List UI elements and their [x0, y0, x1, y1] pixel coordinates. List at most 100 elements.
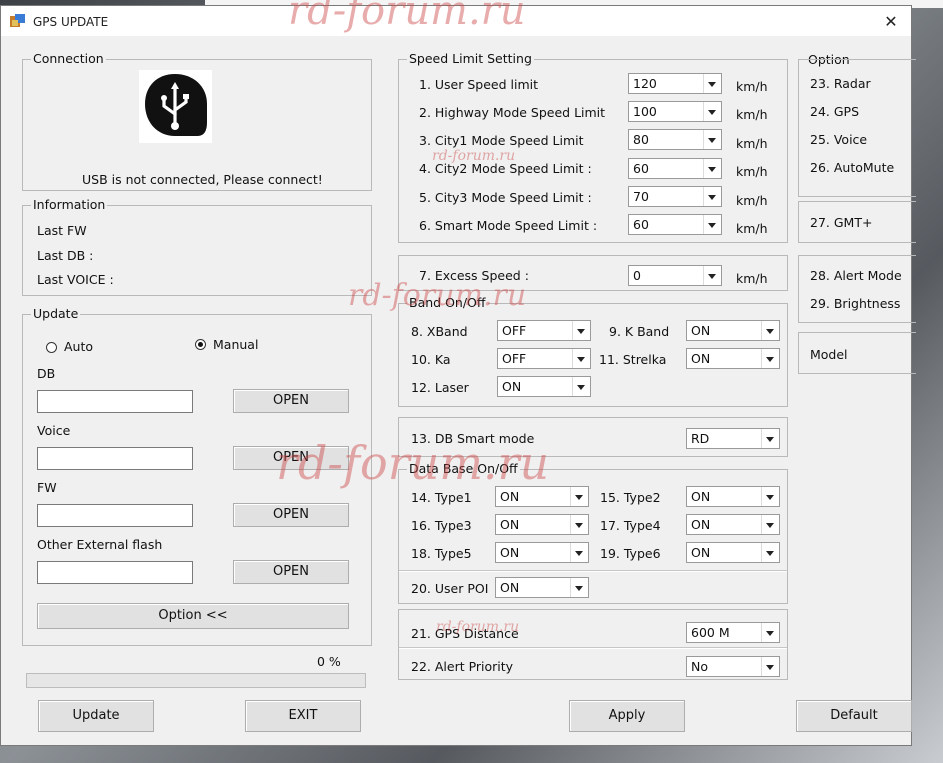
ka-label: 10. Ka [411, 352, 451, 367]
unit-label: km/h [736, 164, 768, 179]
option-item-model[interactable]: Model [810, 347, 848, 362]
divider [399, 647, 787, 649]
xband-select[interactable]: OFF [497, 320, 591, 341]
db-smart-select[interactable]: RD [686, 428, 780, 449]
unit-label: km/h [736, 193, 768, 208]
db-open-button[interactable]: OPEN [233, 389, 349, 413]
chevron-down-icon [761, 349, 779, 368]
type3-label: 16. Type3 [411, 518, 472, 533]
excess-speed-label: 7. Excess Speed : [419, 268, 529, 283]
voice-file-input[interactable] [37, 447, 193, 470]
data-base-group: Data Base On/Off 14. Type1 ON 15. Type2 … [398, 461, 788, 604]
chevron-down-icon [570, 578, 588, 597]
progress-bar [26, 673, 366, 688]
option-toggle-button[interactable]: Option << [37, 603, 349, 629]
fw-open-button[interactable]: OPEN [233, 503, 349, 527]
gps-update-window: GPS UPDATE ✕ Connection USB is not conne… [0, 5, 916, 746]
db-file-input[interactable] [37, 390, 193, 413]
last-fw-label: Last FW [37, 223, 87, 238]
update-group: Update Auto Manual DB OPEN Voice OPEN FW… [22, 306, 372, 646]
chevron-down-icon [761, 429, 779, 448]
apply-button[interactable]: Apply [569, 700, 685, 732]
chevron-down-icon [703, 74, 721, 93]
auto-radio[interactable] [46, 342, 57, 353]
xband-label: 8. XBand [411, 324, 468, 339]
chevron-down-icon [703, 215, 721, 234]
type5-select[interactable]: ON [495, 542, 589, 563]
type4-select[interactable]: ON [686, 514, 780, 535]
option-item-gps[interactable]: 24. GPS [810, 104, 859, 119]
connection-status: USB is not connected, Please connect! [82, 172, 323, 187]
db-label: DB [37, 366, 56, 381]
user-poi-select[interactable]: ON [495, 577, 589, 598]
kband-label: 9. K Band [609, 324, 670, 339]
title-bar[interactable]: GPS UPDATE ✕ [1, 6, 911, 36]
option-item-radar[interactable]: 23. Radar [810, 76, 871, 91]
exit-button[interactable]: EXIT [245, 700, 361, 732]
kband-select[interactable]: ON [686, 320, 780, 341]
alert-priority-label: 22. Alert Priority [411, 659, 514, 674]
option-item-brightness[interactable]: 29. Brightness [810, 296, 900, 311]
chevron-down-icon [703, 266, 721, 285]
speed-row-label: 4. City2 Mode Speed Limit : [419, 161, 592, 176]
information-title: Information [31, 197, 108, 212]
unit-label: km/h [736, 271, 768, 286]
other-flash-open-button[interactable]: OPEN [233, 560, 349, 584]
manual-radio[interactable] [195, 339, 206, 350]
type6-select[interactable]: ON [686, 542, 780, 563]
option-item-gmt[interactable]: 27. GMT+ [810, 215, 872, 230]
chevron-down-icon [761, 623, 779, 642]
default-button[interactable]: Default [796, 700, 912, 732]
voice-open-button[interactable]: OPEN [233, 446, 349, 470]
db-smart-label: 13. DB Smart mode [411, 431, 535, 446]
smart-speed-limit-select[interactable]: 60 [628, 214, 722, 235]
gps-distance-select[interactable]: 600 M [686, 622, 780, 643]
chevron-down-icon [761, 487, 779, 506]
option-item-automute[interactable]: 26. AutoMute [810, 160, 894, 175]
band-title: Band On/Off [407, 295, 488, 310]
ka-select[interactable]: OFF [497, 348, 591, 369]
speed-limit-title: Speed Limit Setting [407, 51, 534, 66]
city3-speed-limit-select[interactable]: 70 [628, 186, 722, 207]
laser-select[interactable]: ON [497, 376, 591, 397]
type4-label: 17. Type4 [600, 518, 661, 533]
divider [399, 570, 787, 572]
chevron-down-icon [761, 543, 779, 562]
excess-speed-select[interactable]: 0 [628, 265, 722, 286]
close-icon[interactable]: ✕ [881, 12, 901, 32]
type2-label: 15. Type2 [600, 490, 661, 505]
user-speed-limit-select[interactable]: 120 [628, 73, 722, 94]
connection-title: Connection [31, 51, 106, 66]
highway-speed-limit-select[interactable]: 100 [628, 101, 722, 122]
chevron-down-icon [572, 321, 590, 340]
other-flash-input[interactable] [37, 561, 193, 584]
user-poi-label: 20. User POI [411, 581, 489, 596]
type6-label: 19. Type6 [600, 546, 661, 561]
type2-select[interactable]: ON [686, 486, 780, 507]
chevron-down-icon [761, 515, 779, 534]
strelka-label: 11. Strelka [599, 352, 667, 367]
speed-limit-group: Speed Limit Setting 1. User Speed limit … [398, 51, 788, 243]
voice-label: Voice [37, 423, 71, 438]
speed-row-label: 2. Highway Mode Speed Limit [419, 105, 606, 120]
type1-select[interactable]: ON [495, 486, 589, 507]
update-button[interactable]: Update [38, 700, 154, 732]
gps-alert-group: 21. GPS Distance 600 M 22. Alert Priorit… [398, 609, 788, 680]
option-item-alert-mode[interactable]: 28. Alert Mode [810, 268, 902, 283]
excess-speed-group: 7. Excess Speed : 0 km/h [398, 255, 788, 291]
city2-speed-limit-select[interactable]: 60 [628, 158, 722, 179]
unit-label: km/h [736, 136, 768, 151]
city1-speed-limit-select[interactable]: 80 [628, 129, 722, 150]
option-item-voice[interactable]: 25. Voice [810, 132, 867, 147]
type1-label: 14. Type1 [411, 490, 472, 505]
alert-priority-select[interactable]: No [686, 656, 780, 677]
last-voice-label: Last VOICE : [37, 272, 114, 287]
chevron-down-icon [703, 130, 721, 149]
fw-file-input[interactable] [37, 504, 193, 527]
progress-text: 0 % [317, 654, 341, 669]
chevron-down-icon [570, 487, 588, 506]
strelka-select[interactable]: ON [686, 348, 780, 369]
type3-select[interactable]: ON [495, 514, 589, 535]
other-flash-label: Other External flash [37, 537, 163, 552]
app-icon [10, 14, 25, 27]
